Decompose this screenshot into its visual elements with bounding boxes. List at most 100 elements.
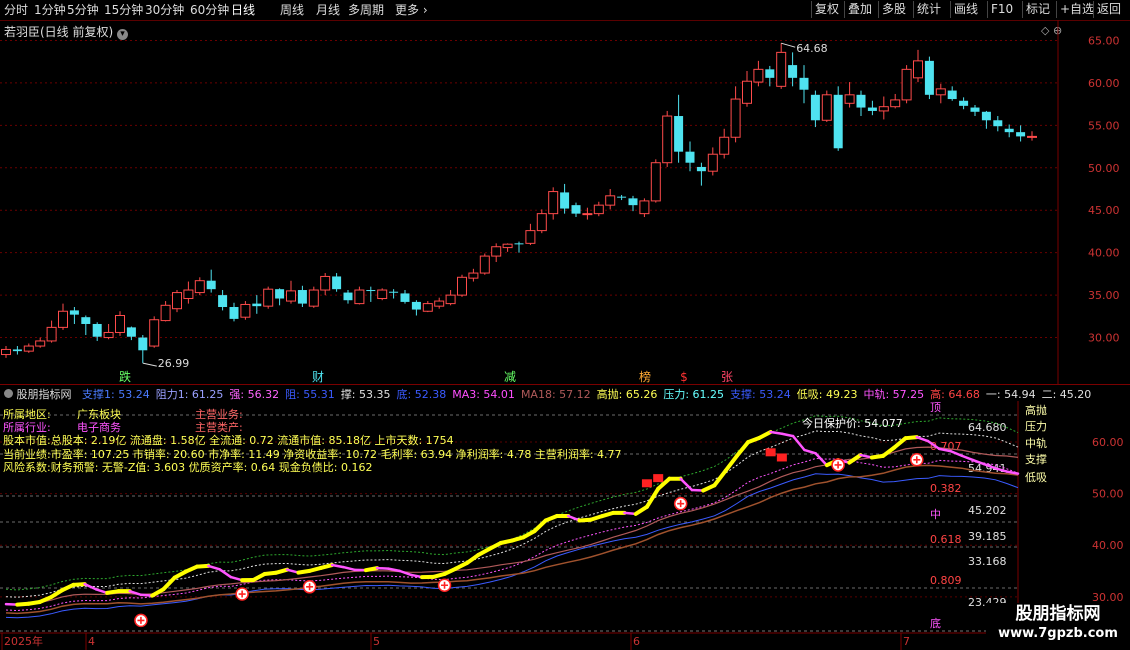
candle-body — [878, 106, 889, 112]
period-5[interactable]: 60分钟 — [190, 2, 229, 18]
candle-body — [753, 68, 764, 83]
toolbar-button-2[interactable]: 多股 — [878, 1, 909, 18]
y-tick-label: 30.00 — [1088, 332, 1120, 345]
candle-body — [776, 51, 787, 87]
candle-body — [765, 69, 775, 78]
ma3-segment — [71, 582, 87, 587]
band-label: 支撑 — [1025, 452, 1047, 466]
candle-body — [35, 340, 46, 347]
ma3-segment — [769, 430, 784, 435]
candle-body — [844, 94, 855, 104]
watermark-title: 股朋指标网 — [1015, 604, 1101, 624]
candle-body — [479, 255, 490, 274]
candle-body — [639, 200, 650, 215]
fib-ratio: 0.618 — [930, 533, 962, 546]
candle-body — [445, 294, 456, 305]
fib-value: 33.168 — [968, 555, 1007, 568]
candle-body — [856, 94, 866, 108]
fib-value: 39.185 — [968, 530, 1007, 543]
toolbar-button-8[interactable]: 返回 — [1093, 1, 1124, 18]
ma3-segment — [791, 434, 806, 452]
candle-body — [514, 243, 524, 245]
toolbar-button-3[interactable]: 统计 — [913, 1, 944, 18]
y-tick-label: 60.00 — [1092, 436, 1124, 449]
candle-body — [502, 243, 513, 249]
indicator-value-2: 强: 56.32 — [229, 388, 280, 401]
candle-body — [821, 94, 832, 121]
candle-body — [605, 195, 616, 206]
date-label: 6 — [633, 635, 640, 648]
candle-body — [218, 295, 228, 308]
toolbar-button-7[interactable]: +自选 — [1056, 1, 1097, 18]
candlestick-chart: 65.00 60.00 55.00 50.00 45.00 40.00 35.00 30.00… — [0, 20, 1120, 384]
sell-block — [653, 474, 664, 483]
toolbar-button-5[interactable]: F10 — [987, 1, 1016, 18]
y-tick-label: 35.00 — [1088, 289, 1120, 302]
toolbar-button-4[interactable]: 画线 — [950, 1, 981, 18]
candle-body — [12, 349, 22, 352]
event-marker: 榜 — [639, 369, 651, 384]
candle-body — [685, 151, 695, 163]
indicator-value-7: MA18: 57.12 — [520, 388, 591, 401]
candle-body — [194, 280, 205, 294]
candle-body — [332, 276, 342, 290]
toolbar-button-0[interactable]: 复权 — [811, 1, 842, 18]
candle-body — [183, 289, 194, 300]
toolbar-button-6[interactable]: 标记 — [1022, 1, 1053, 18]
indicator-value-1: 阻力1: 61.25 — [155, 388, 224, 401]
candle-body — [593, 204, 604, 215]
fib-ratio: 中 — [930, 508, 941, 521]
high-pointer — [781, 42, 796, 48]
period-2[interactable]: 5分钟 — [67, 2, 99, 18]
candle-body — [58, 310, 68, 328]
candle-body — [913, 60, 923, 79]
candle-body — [354, 289, 365, 305]
indicator-value-9: 压力: 61.25 — [663, 388, 725, 401]
indicator-name[interactable]: 股朋指标网 — [4, 386, 72, 402]
candle-body — [674, 116, 684, 152]
candle-body — [138, 337, 148, 351]
ma3-segment — [273, 567, 290, 575]
ma3-segment — [161, 575, 177, 592]
period-4[interactable]: 30分钟 — [145, 2, 184, 18]
candle-body — [730, 98, 741, 138]
candle-body — [628, 198, 638, 206]
toolbar-button-1[interactable]: 叠加 — [844, 1, 875, 18]
period-8[interactable]: 月线 — [316, 2, 340, 18]
indicator-value-8: 高抛: 65.26 — [596, 388, 658, 401]
candle-body — [788, 65, 798, 78]
event-marker: 减 — [504, 370, 516, 384]
date-label: 4 — [88, 635, 95, 648]
period-9[interactable]: 多周期 — [348, 2, 384, 18]
candle-body — [696, 166, 706, 172]
candle-body — [959, 100, 969, 106]
ma3-segment — [330, 563, 345, 569]
low-pointer — [142, 362, 157, 367]
period-1[interactable]: 1分钟 — [34, 2, 66, 18]
ma3-segment — [318, 563, 335, 570]
ma3-segment — [195, 563, 211, 569]
indicator-value-12: 中轨: 57.25 — [863, 388, 925, 401]
period-6[interactable]: 日线 — [231, 2, 255, 18]
ma3-segment — [881, 445, 897, 458]
period-10[interactable]: 更多 › — [395, 2, 428, 18]
indicator-value-10: 支撑: 53.24 — [730, 388, 791, 401]
candle-body — [389, 291, 399, 293]
period-7[interactable]: 周线 — [280, 2, 304, 18]
candle-body — [491, 246, 502, 257]
indicator-title: 股朋指标网 — [16, 388, 72, 401]
candle-body — [742, 80, 752, 104]
indicator-value-11: 低吸: 49.23 — [796, 388, 858, 401]
ma3-segment — [803, 448, 817, 455]
candle-body — [286, 290, 296, 302]
band-label: 压力 — [1025, 420, 1047, 433]
period-0[interactable]: 分时 — [4, 2, 28, 18]
event-marker: 张 — [721, 370, 733, 384]
sell-block — [776, 453, 787, 462]
candle-body — [263, 288, 274, 307]
low-label: 26.99 — [158, 357, 190, 370]
ma3-segment — [375, 566, 390, 570]
period-3[interactable]: 15分钟 — [104, 2, 143, 18]
fib-ratio: 0.809 — [930, 574, 962, 587]
ma3-segment — [363, 566, 380, 573]
